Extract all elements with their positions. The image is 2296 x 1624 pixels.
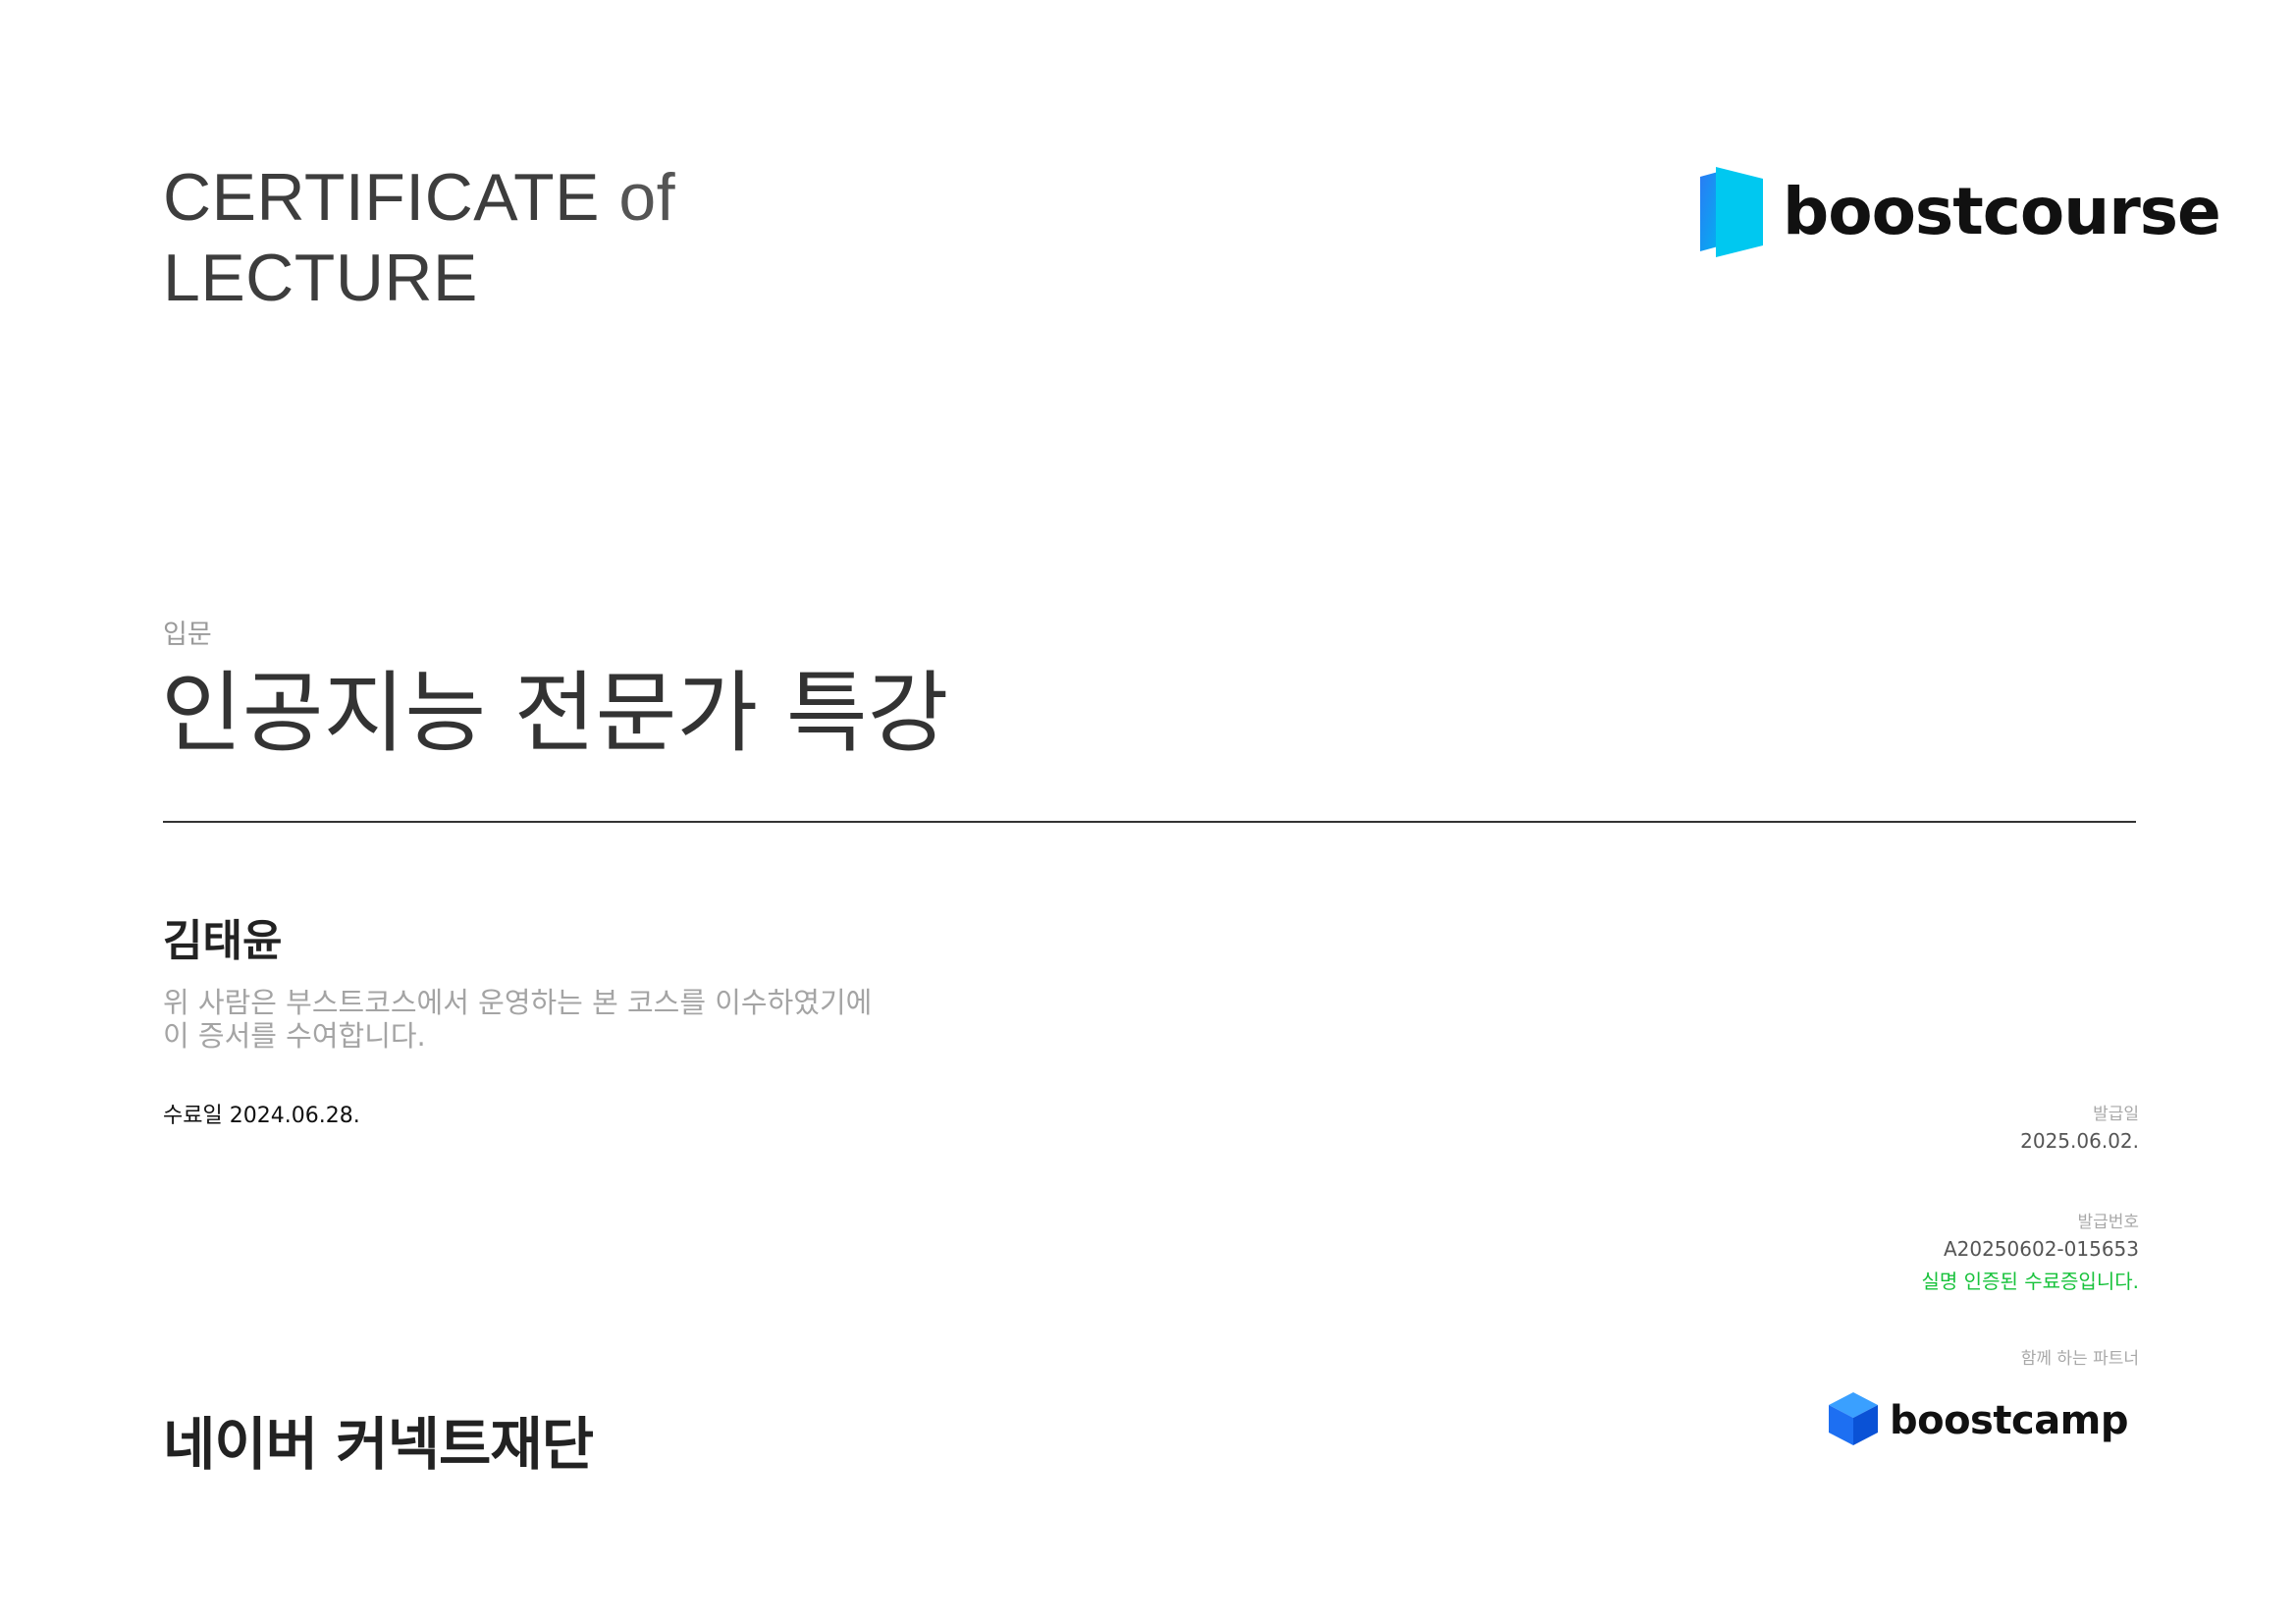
partner-label: 함께 하는 파트너 [2020,1349,2139,1369]
certificate-title: CERTIFICATE of LECTURE [163,157,675,318]
certificate-description-line1: 위 사람은 부스트코스에서 운영하는 본 코스를 이수하였기에 [163,986,873,1019]
certificate-title-of: of [618,160,676,235]
course-level: 입문 [163,620,212,650]
foundation-name: 네이버 커넥트재단 [163,1411,594,1478]
completion-date: 수료일 2024.06.28. [163,1098,360,1129]
boostcamp-logo: boostcamp [1828,1392,2129,1449]
certificate-title-line1: CERTIFICATE of [163,157,675,238]
issue-number-label: 발급번호 [2077,1213,2139,1232]
issue-number-value: A20250602-015653 [1943,1237,2139,1261]
completion-date-value: 2024.06.28. [229,1104,360,1128]
certificate-description-line2: 이 증서를 수여합니다. [163,1019,426,1053]
boostcourse-logo: boostcourse [1700,167,2221,257]
boostcourse-logo-icon [1700,167,1763,257]
recipient-name: 김태윤 [163,916,283,966]
divider [163,821,2136,823]
issue-date-value: 2025.06.02. [2020,1129,2139,1153]
boostcamp-cube-icon [1828,1392,1878,1449]
boostcamp-wordmark: boostcamp [1889,1398,2129,1443]
certificate-description: 위 사람은 부스트코스에서 운영하는 본 코스를 이수하였기에 이 증서를 수여… [163,986,909,1053]
verified-status: 실명 인증된 수료증입니다. [1921,1270,2139,1293]
boostcourse-wordmark: boostcourse [1783,174,2221,249]
certificate-title-word: CERTIFICATE [163,160,601,235]
certificate-title-line2: LECTURE [163,241,478,315]
completion-date-label: 수료일 [163,1104,223,1128]
issue-date-label: 발급일 [2093,1105,2139,1124]
course-name: 인공지능 전문가 특강 [161,662,949,765]
